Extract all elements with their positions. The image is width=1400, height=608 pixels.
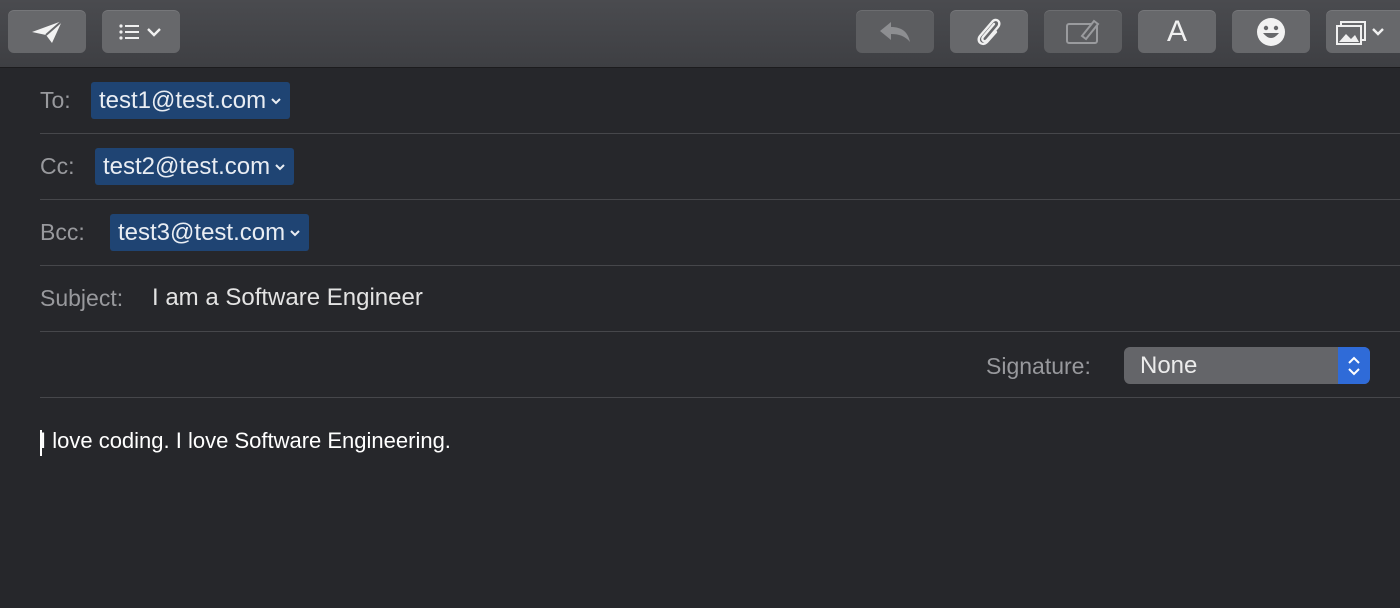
paper-plane-icon [32,19,63,43]
select-stepper [1338,347,1370,384]
bcc-recipient-token[interactable]: test3@test.com [110,214,310,251]
header-fields-menu-button[interactable] [102,10,180,53]
up-down-chevron-icon [1348,356,1360,375]
cc-recipient-address: test2@test.com [103,152,271,180]
chevron-down-icon [271,97,281,104]
emoji-button[interactable] [1232,10,1310,53]
bcc-field-row: Bcc: test3@test.com [40,199,1400,266]
signature-row: Signature: None [40,331,1400,398]
photo-browser-button[interactable] [1326,10,1400,53]
format-button[interactable]: A [1138,10,1216,53]
list-icon [119,23,161,40]
chevron-down-icon [147,27,161,37]
cc-label: Cc: [40,153,75,179]
reply-button[interactable] [856,10,934,53]
to-field-row: To: test1@test.com [40,67,1400,134]
signature-label: Signature: [986,353,1091,379]
toolbar: A [0,0,1400,68]
markup-button[interactable] [1044,10,1122,53]
cc-field-row: Cc: test2@test.com [40,133,1400,200]
paperclip-icon [977,18,1001,45]
to-label: To: [40,87,71,113]
signature-selected-value: None [1140,352,1198,379]
chevron-down-icon [275,163,285,170]
to-recipient-token[interactable]: test1@test.com [91,82,291,119]
subject-input[interactable]: I am a Software Engineer [152,284,423,312]
chevron-down-icon [1372,27,1384,36]
chevron-down-icon [290,229,300,236]
bcc-label: Bcc: [40,219,85,245]
subject-field-row: Subject: I am a Software Engineer [40,265,1400,332]
message-body[interactable]: I love coding. I love Software Engineeri… [40,428,451,454]
markup-pencil-icon [1066,19,1100,44]
message-body-text: I love coding. I love Software Engineeri… [40,428,451,453]
signature-select[interactable]: None [1124,347,1370,384]
cc-recipient-token[interactable]: test2@test.com [95,148,295,185]
send-button[interactable] [8,10,86,53]
photo-icon [1336,20,1384,45]
reply-arrow-icon [880,21,910,42]
to-recipient-address: test1@test.com [99,86,267,114]
subject-label: Subject: [40,285,124,311]
attach-button[interactable] [950,10,1028,53]
smiley-icon [1257,17,1285,46]
font-a-icon: A [1166,14,1187,48]
bcc-recipient-address: test3@test.com [118,218,286,246]
